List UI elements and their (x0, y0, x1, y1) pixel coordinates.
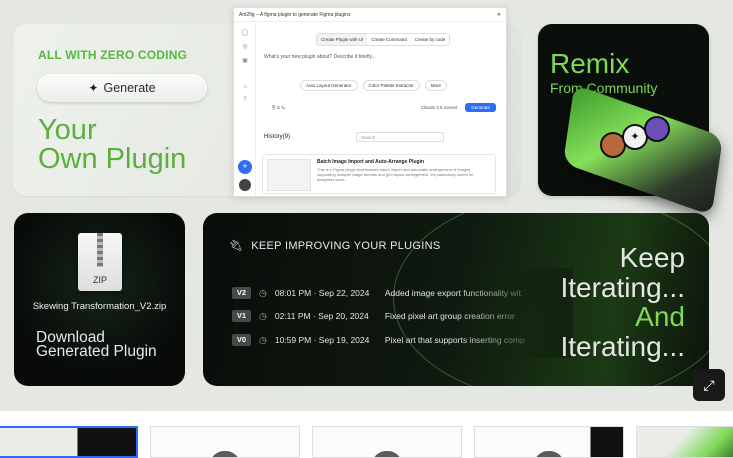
add-button[interactable]: + (238, 160, 252, 174)
thumbnail-5[interactable] (636, 426, 733, 458)
generate-label: Generate (103, 81, 156, 95)
remix-title: Remix (550, 48, 630, 79)
tab-create-plugin-ui[interactable]: Create Plugin with UI (317, 34, 368, 45)
compass-icon[interactable]: ◎ (234, 43, 256, 50)
plugin-tabs: Create Plugin with UI Create Command Cre… (316, 33, 451, 46)
zip-filename: Skewing Transformation_V2.zip (32, 301, 167, 312)
fade-overlay (453, 268, 573, 358)
avatar (644, 116, 670, 142)
sparkle-icon: ✦ (88, 81, 99, 95)
send-button[interactable]: Generate (465, 103, 496, 112)
thumbnail-3[interactable] (312, 426, 462, 458)
help-icon[interactable]: ? (234, 97, 256, 103)
card-title: Your Own Plugin (38, 116, 186, 174)
thumbnail-strip (0, 411, 733, 458)
home-icon[interactable]: ⌂ (234, 84, 256, 90)
download-title: Download Generated Plugin (36, 330, 157, 360)
suggestion-chips: Auto Layout Generator Color Palette Extr… (300, 80, 448, 91)
thumbnail-1[interactable] (0, 426, 138, 458)
history-search[interactable]: Search (356, 132, 444, 142)
clock-icon: ◷ (259, 334, 267, 345)
feature-card-remix: Remix From Community ✦ (538, 24, 723, 216)
history-item-title: Batch Image Import and Auto-Arrange Plug… (317, 159, 425, 165)
iterate-heading: 🔌︎ KEEP IMPROVING YOUR PLUGINS (229, 239, 441, 253)
prompt-input[interactable]: What's your new plugin about? Describe i… (260, 50, 500, 100)
attach-icon[interactable]: ⎘ ⊡ ✎ (272, 105, 285, 110)
zip-file-icon: ZIP (78, 233, 122, 291)
generate-button[interactable]: ✦ Generate (37, 74, 207, 102)
tagline: ALL WITH ZERO CODING (38, 48, 188, 62)
plug-icon: 🔌︎ (229, 240, 244, 252)
download-title-line2: Generated Plugin (36, 343, 157, 360)
version-time: 08:01 PM · Sep 22, 2024 (274, 288, 370, 298)
avatar[interactable] (239, 179, 251, 191)
history-item[interactable]: Batch Image Import and Auto-Arrange Plug… (262, 154, 496, 194)
plugin-window-titlebar: Ant2fig – A figma plugin to generate Fig… (234, 8, 506, 22)
clock-icon: ◷ (259, 287, 267, 298)
tab-create-by-code[interactable]: Create by code (411, 34, 450, 45)
keep-line3: And (635, 301, 685, 332)
thumbnail-2[interactable] (150, 426, 300, 458)
keep-iterating-text: Keep Iterating... And Iterating... (560, 243, 685, 361)
close-icon[interactable]: ✕ (497, 12, 501, 18)
keep-line2: Iterating... (560, 271, 685, 303)
version-badge: V0 (232, 334, 251, 346)
version-badge: V2 (232, 287, 251, 299)
iterate-heading-text: KEEP IMPROVING YOUR PLUGINS (251, 239, 441, 252)
history-item-desc: This is a Figma plugin that enables batc… (317, 167, 474, 182)
layout-icon[interactable]: ▣ (234, 57, 256, 64)
clock-icon: ◷ (259, 310, 267, 321)
expand-icon: ⤢ (703, 377, 715, 393)
plugin-window-title: Ant2fig – A figma plugin to generate Fig… (239, 11, 351, 18)
glass-panel (563, 84, 723, 216)
plugin-window: Ant2fig – A figma plugin to generate Fig… (233, 7, 507, 197)
card-title-line1: Your (38, 114, 97, 146)
keep-line4: Iterating... (560, 330, 685, 362)
keep-line1: Keep (619, 242, 685, 273)
history-label: History(9) (264, 134, 291, 140)
chat-icon[interactable]: ◯ (234, 29, 256, 36)
model-select[interactable]: Claude 3.5 sonnet (421, 105, 458, 110)
fullscreen-button[interactable]: ⤢ (693, 369, 725, 401)
version-time: 10:59 PM · Sep 19, 2024 (274, 335, 370, 345)
chip-color-palette[interactable]: Color Palette Extractor (362, 80, 420, 91)
feature-card-iterate: 🔌︎ KEEP IMPROVING YOUR PLUGINS V2 ◷ 08:0… (203, 213, 709, 386)
feature-card-download: ZIP Skewing Transformation_V2.zip Downlo… (14, 213, 185, 386)
zip-label: ZIP (92, 275, 107, 285)
version-time: 02:11 PM · Sep 20, 2024 (274, 311, 369, 321)
chip-more[interactable]: More (424, 80, 448, 91)
tab-create-command[interactable]: Create Command (367, 34, 411, 45)
history-thumbnail (267, 159, 311, 191)
card-title-line2: Own Plugin (38, 143, 187, 175)
remix-subtitle: From Community (550, 80, 658, 96)
gallery-stage: ALL WITH ZERO CODING ✦ Generate Your Own… (0, 0, 733, 411)
chip-auto-layout[interactable]: Auto Layout Generator (300, 80, 358, 91)
version-badge: V1 (232, 310, 251, 322)
prompt-toolbar: ⎘ ⊡ ✎ Claude 3.5 sonnet Generate (272, 103, 496, 112)
thumbnail-4[interactable] (474, 426, 624, 458)
